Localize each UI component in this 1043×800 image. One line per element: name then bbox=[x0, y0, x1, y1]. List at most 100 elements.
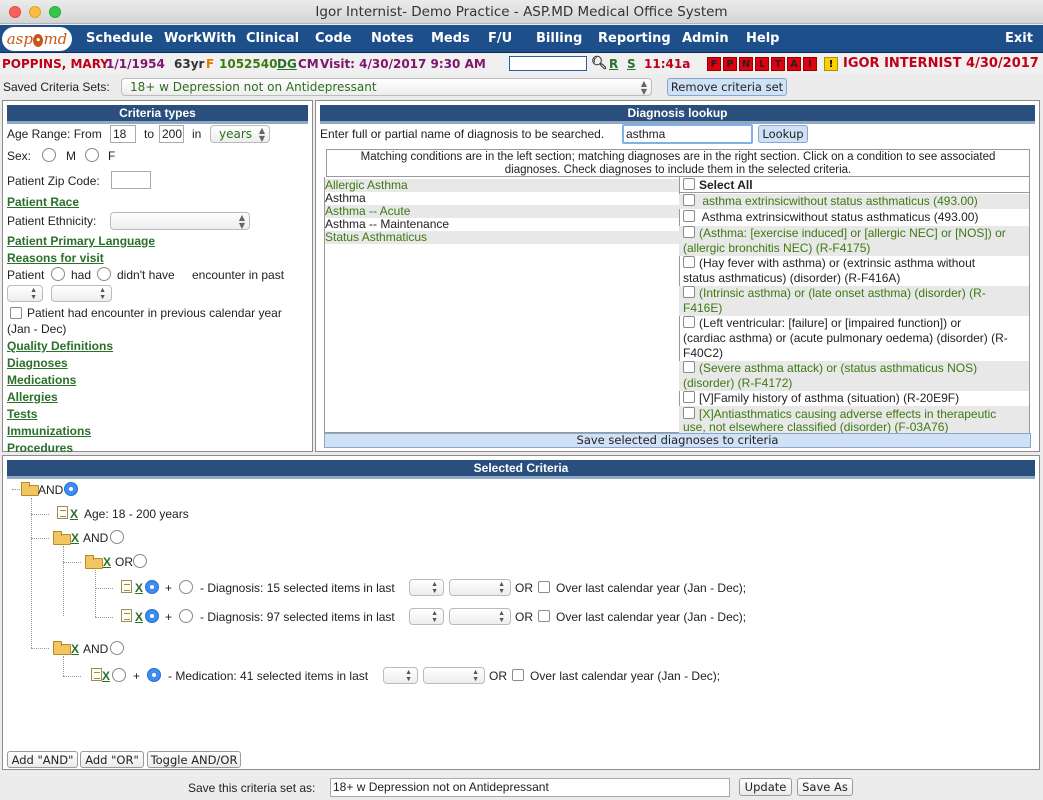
select-all-row[interactable]: Select All bbox=[679, 178, 1029, 193]
window-minimize-button[interactable] bbox=[29, 6, 41, 18]
had-radio[interactable] bbox=[51, 267, 65, 281]
remove-or-group-link[interactable]: X bbox=[103, 555, 111, 569]
medications-link[interactable]: Medications bbox=[7, 373, 76, 387]
s-link[interactable]: S bbox=[627, 54, 636, 74]
flag-f[interactable]: F bbox=[707, 57, 721, 71]
and-group2-radio[interactable] bbox=[110, 641, 124, 655]
patient-race-link[interactable]: Patient Race bbox=[7, 195, 79, 209]
dx1-calendar-checkbox[interactable] bbox=[538, 581, 550, 593]
patient-name[interactable]: POPPINS, MARY bbox=[2, 54, 109, 74]
flag-n[interactable]: N bbox=[739, 57, 753, 71]
diagnosis-row[interactable]: (Intrinsic asthma) or (late onset asthma… bbox=[679, 286, 1029, 316]
encounter-count-select[interactable]: ▲ ▼ bbox=[7, 285, 43, 302]
diagnosis-row[interactable]: asthma extrinsicwithout status asthmatic… bbox=[679, 194, 1029, 209]
sex-m-radio[interactable] bbox=[42, 148, 56, 162]
tests-link[interactable]: Tests bbox=[7, 407, 37, 421]
diagnoses-link[interactable]: Diagnoses bbox=[7, 356, 68, 370]
remove-dx2-link[interactable]: X bbox=[135, 610, 143, 624]
menu-help[interactable]: Help bbox=[746, 25, 779, 53]
immunizations-link[interactable]: Immunizations bbox=[7, 424, 91, 438]
remove-and-group-link[interactable]: X bbox=[71, 531, 79, 545]
procedures-link[interactable]: Procedures bbox=[7, 441, 73, 452]
med-unit-select[interactable]: ▲ ▼ bbox=[423, 667, 485, 684]
med-include-radio[interactable] bbox=[112, 668, 126, 682]
diagnosis-checkbox[interactable] bbox=[683, 210, 695, 222]
window-maximize-button[interactable] bbox=[49, 6, 61, 18]
add-and-button[interactable]: Add "AND" bbox=[7, 751, 78, 768]
dx1-unit-select[interactable]: ▲ ▼ bbox=[449, 579, 511, 596]
diagnosis-checkbox[interactable] bbox=[683, 316, 695, 328]
condition-item[interactable]: Allergic Asthma bbox=[325, 179, 679, 192]
diagnosis-row[interactable]: [V]Family history of asthma (situation) … bbox=[679, 391, 1029, 406]
diagnosis-checkbox[interactable] bbox=[683, 256, 695, 268]
patient-search-input[interactable] bbox=[509, 56, 587, 71]
add-or-button[interactable]: Add "OR" bbox=[80, 751, 144, 768]
med-exclude-radio[interactable] bbox=[147, 668, 161, 682]
didnt-have-radio[interactable] bbox=[97, 267, 111, 281]
remove-criteria-set-button[interactable]: Remove criteria set bbox=[667, 78, 787, 96]
allergies-link[interactable]: Allergies bbox=[7, 390, 58, 404]
diagnosis-checkbox[interactable] bbox=[683, 194, 695, 206]
diagnosis-checkbox[interactable] bbox=[683, 361, 695, 373]
diagnosis-row[interactable]: [X]Antiasthmatics causing adverse effect… bbox=[679, 406, 1029, 434]
warning-icon[interactable]: ! bbox=[824, 57, 838, 71]
dx2-exclude-radio[interactable] bbox=[179, 609, 193, 623]
dx2-include-radio[interactable] bbox=[145, 609, 159, 623]
save-as-button[interactable]: Save As bbox=[797, 778, 853, 796]
zip-input[interactable] bbox=[111, 171, 151, 189]
med-calendar-checkbox[interactable] bbox=[512, 669, 524, 681]
update-button[interactable]: Update bbox=[739, 778, 792, 796]
condition-item[interactable]: Status Asthmaticus bbox=[325, 231, 679, 244]
dg-link[interactable]: DG bbox=[277, 54, 297, 74]
age-to-input[interactable]: 200 bbox=[159, 125, 184, 143]
remove-dx1-link[interactable]: X bbox=[135, 581, 143, 595]
diagnosis-row[interactable]: (Hay fever with asthma) or (extrinsic as… bbox=[679, 256, 1029, 286]
diagnosis-row[interactable]: (Asthma: [exercise induced] or [allergic… bbox=[679, 226, 1029, 256]
cm-link[interactable]: CM bbox=[298, 54, 319, 74]
menu-billing[interactable]: Billing bbox=[536, 25, 582, 53]
reasons-for-visit-link[interactable]: Reasons for visit bbox=[7, 251, 104, 265]
sex-f-radio[interactable] bbox=[85, 148, 99, 162]
menu-admin[interactable]: Admin bbox=[682, 25, 729, 53]
root-op-radio[interactable] bbox=[64, 482, 78, 496]
menu-code[interactable]: Code bbox=[315, 25, 352, 53]
menu-fu[interactable]: F/U bbox=[488, 25, 512, 53]
flag-i[interactable]: I bbox=[803, 57, 817, 71]
flag-l[interactable]: L bbox=[755, 57, 769, 71]
and-group-radio[interactable] bbox=[110, 530, 124, 544]
menu-schedule[interactable]: Schedule bbox=[86, 25, 153, 53]
age-unit-select[interactable]: years ▲ ▼ bbox=[210, 125, 270, 143]
ethnicity-select[interactable]: ▲ ▼ bbox=[110, 212, 250, 230]
dx2-unit-select[interactable]: ▲ ▼ bbox=[449, 608, 511, 625]
r-link[interactable]: R bbox=[609, 54, 618, 74]
diagnosis-search-input[interactable]: asthma bbox=[622, 124, 753, 144]
flag-t[interactable]: T bbox=[771, 57, 785, 71]
window-close-button[interactable] bbox=[9, 6, 21, 18]
save-criteria-input[interactable]: 18+ w Depression not on Antidepressant bbox=[330, 778, 730, 797]
diagnosis-row[interactable]: (Left ventricular: [failure] or [impaire… bbox=[679, 316, 1029, 361]
remove-age-link[interactable]: X bbox=[70, 507, 78, 521]
menu-reporting[interactable]: Reporting bbox=[598, 25, 671, 53]
encounter-unit-select[interactable]: ▲ ▼ bbox=[51, 285, 112, 302]
flag-p[interactable]: P bbox=[723, 57, 737, 71]
remove-med-link[interactable]: X bbox=[102, 669, 110, 683]
menu-exit[interactable]: Exit bbox=[1005, 25, 1033, 53]
menu-clinical[interactable]: Clinical bbox=[246, 25, 299, 53]
diagnosis-checkbox[interactable] bbox=[683, 391, 695, 403]
med-count-select[interactable]: ▲ ▼ bbox=[383, 667, 418, 684]
diagnosis-checkbox[interactable] bbox=[683, 407, 695, 419]
primary-language-link[interactable]: Patient Primary Language bbox=[7, 234, 155, 248]
saved-criteria-select[interactable]: 18+ w Depression not on Antidepressant ▲… bbox=[121, 78, 652, 96]
menu-meds[interactable]: Meds bbox=[431, 25, 470, 53]
save-diagnoses-button[interactable]: Save selected diagnoses to criteria bbox=[324, 433, 1031, 448]
flag-a[interactable]: A bbox=[787, 57, 801, 71]
menu-workwith[interactable]: WorkWith bbox=[164, 25, 236, 53]
dx1-include-radio[interactable] bbox=[145, 580, 159, 594]
quality-definitions-link[interactable]: Quality Definitions bbox=[7, 339, 113, 353]
dx2-calendar-checkbox[interactable] bbox=[538, 610, 550, 622]
remove-and-group2-link[interactable]: X bbox=[71, 642, 79, 656]
magnifier-icon[interactable]: 🔍︎ bbox=[591, 54, 608, 74]
select-all-checkbox[interactable] bbox=[683, 178, 695, 190]
lookup-button[interactable]: Lookup bbox=[758, 125, 808, 143]
toggle-and-or-button[interactable]: Toggle AND/OR bbox=[147, 751, 241, 768]
